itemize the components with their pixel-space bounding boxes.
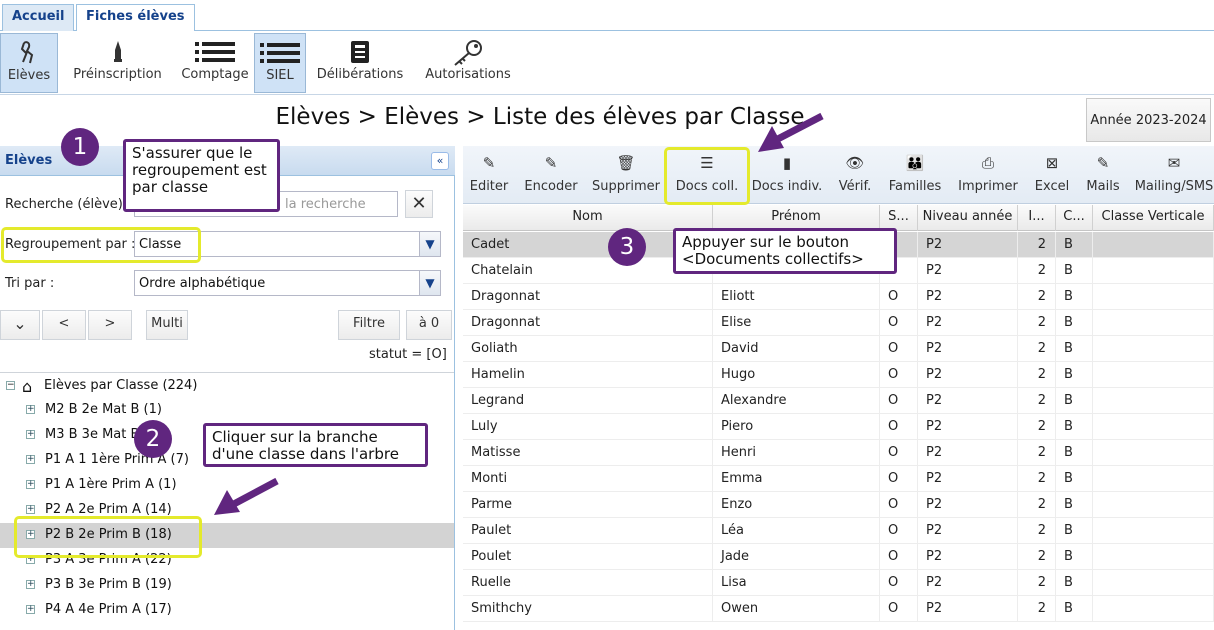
arrow-to-tree-node — [230, 477, 279, 509]
app-window: Accueil Fiches élèves Elèves Préinscript… — [0, 0, 1214, 630]
arrow-to-docs-coll — [770, 112, 824, 146]
annotation-arrows — [214, 112, 824, 515]
